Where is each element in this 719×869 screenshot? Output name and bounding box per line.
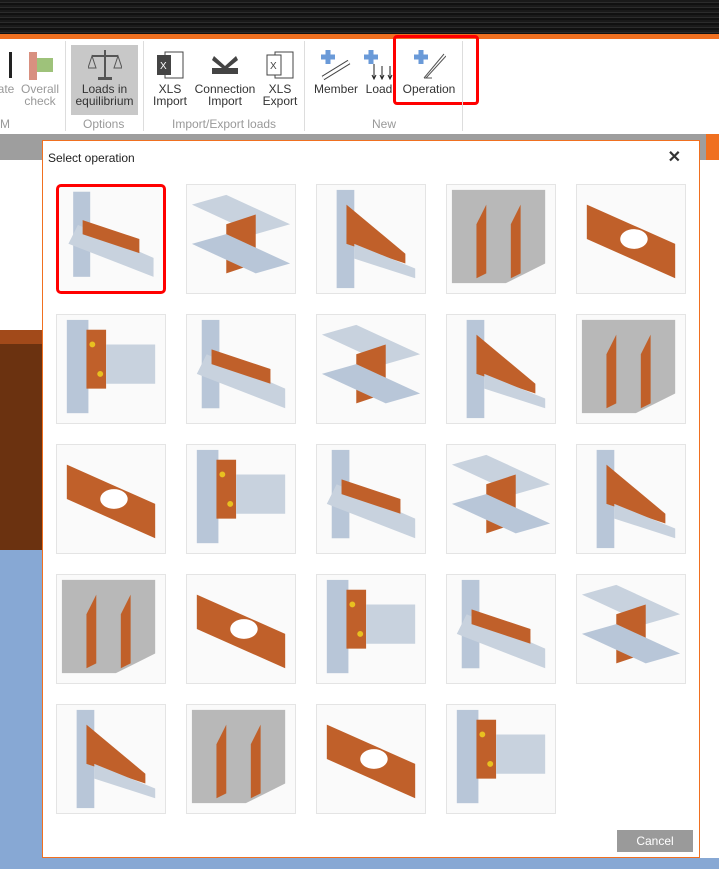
excel-icon: X: [148, 47, 192, 83]
xls-export-button[interactable]: X XLS Export: [258, 47, 302, 107]
plate-with-opening-icon: [586, 204, 676, 279]
end-plate-column-icon: [321, 324, 421, 404]
tube-connection-icon: [191, 709, 286, 804]
add-load-icon: [361, 47, 397, 83]
model-beam-flange: [0, 330, 42, 344]
operation-tile-anchoring-grid[interactable]: [56, 704, 166, 814]
cut-member-icon: [68, 191, 154, 277]
timber-beam-connection-icon: [456, 709, 546, 804]
operation-tile-end-plate[interactable]: [56, 314, 166, 424]
end-plate-icon: [66, 319, 156, 414]
group-label: M: [0, 117, 10, 131]
select-operation-dialog: Select operation ✕ Cancel: [42, 140, 700, 858]
new-load-button[interactable]: Load: [361, 47, 397, 95]
new-member-button[interactable]: Member: [311, 47, 361, 95]
viewport-background: [42, 858, 700, 869]
separator: [462, 41, 463, 131]
close-icon[interactable]: ✕: [668, 147, 681, 167]
separator: [65, 41, 66, 131]
operation-tile-cover-plate[interactable]: [186, 574, 296, 684]
haunch-icon: [66, 464, 156, 539]
operation-tile-bolted-flange[interactable]: [446, 574, 556, 684]
svg-text:X: X: [270, 61, 277, 72]
calculate-icon: [0, 47, 16, 83]
operation-tile-timber-beam-connection[interactable]: [446, 704, 556, 814]
bolted-flange-icon: [456, 579, 546, 669]
operation-tile-cleat-angle[interactable]: [186, 444, 296, 554]
plate-cut-icon: [191, 194, 291, 274]
viewport-background: [700, 858, 719, 869]
title-bar: [0, 0, 719, 34]
gusset-plate-icon: [326, 579, 416, 674]
operation-tile-flange-splice[interactable]: [576, 574, 686, 684]
xls-import-button[interactable]: X XLS Import: [148, 47, 192, 107]
add-member-icon: [311, 47, 361, 83]
anchoring-grid-icon: [76, 709, 156, 809]
operation-tile-end-plate-beam[interactable]: [446, 314, 556, 424]
cancel-button[interactable]: Cancel: [617, 830, 693, 852]
calculate-button[interactable]: ate: [0, 47, 16, 95]
operation-tile-plate-cut[interactable]: [186, 184, 296, 294]
ribbon: ate Overall check Loads in equilibrium X X…: [0, 35, 719, 134]
end-plate-beam-icon: [466, 319, 546, 419]
scales-icon: [71, 47, 138, 83]
connection-import-icon: [192, 47, 258, 83]
model-viewport-right: [700, 160, 719, 869]
operation-tile-fin-plate[interactable]: [186, 314, 296, 424]
separator: [304, 41, 305, 131]
dialog-title: Select operation: [48, 151, 135, 165]
operation-tile-tube-connection[interactable]: [186, 704, 296, 814]
operation-tile-web-splice[interactable]: [446, 444, 556, 554]
operation-tile-base-plate[interactable]: [576, 444, 686, 554]
fin-plate-icon: [196, 319, 286, 409]
timber-node-icon: [326, 724, 416, 799]
group-label-new: New: [372, 117, 397, 131]
operation-tile-timber-node[interactable]: [316, 704, 426, 814]
operation-tile-end-plate-column[interactable]: [316, 314, 426, 424]
operation-tile-plate-with-opening[interactable]: [576, 184, 686, 294]
svg-text:X: X: [160, 61, 167, 72]
stiffening-plate-icon: [336, 189, 416, 289]
loads-in-equilibrium-button[interactable]: Loads in equilibrium: [71, 45, 138, 115]
operation-tile-cut-member[interactable]: [56, 184, 166, 294]
group-label-options: Options: [83, 117, 125, 131]
separator: [143, 41, 144, 131]
splice-icon: [326, 449, 416, 539]
group-label-import-export: Import/Export loads: [172, 117, 277, 131]
operation-highlight: [393, 35, 479, 105]
operation-tile-cap-plate[interactable]: [576, 314, 686, 424]
stub-cleat-icon: [61, 579, 156, 674]
model-beam: [0, 330, 42, 550]
operation-tile-splice[interactable]: [316, 444, 426, 554]
operation-tile-haunch[interactable]: [56, 444, 166, 554]
excel-export-icon: X: [258, 47, 302, 83]
rib-stiffeners-icon: [451, 189, 546, 284]
cleat-angle-icon: [196, 449, 286, 544]
operation-tile-gusset-plate[interactable]: [316, 574, 426, 684]
operation-tile-stiffening-plate[interactable]: [316, 184, 426, 294]
connection-import-button[interactable]: Connection Import: [192, 47, 258, 107]
cover-plate-icon: [196, 594, 286, 669]
overall-check-button[interactable]: Overall check: [20, 47, 60, 107]
flange-splice-icon: [581, 584, 681, 664]
cap-plate-icon: [581, 319, 676, 414]
overall-check-icon: [20, 47, 60, 83]
accent-strip: [706, 134, 719, 160]
operation-tile-rib-stiffeners[interactable]: [446, 184, 556, 294]
viewport-background: [0, 550, 42, 869]
web-splice-icon: [451, 454, 551, 534]
base-plate-icon: [596, 449, 676, 549]
operation-tile-stub-cleat[interactable]: [56, 574, 166, 684]
